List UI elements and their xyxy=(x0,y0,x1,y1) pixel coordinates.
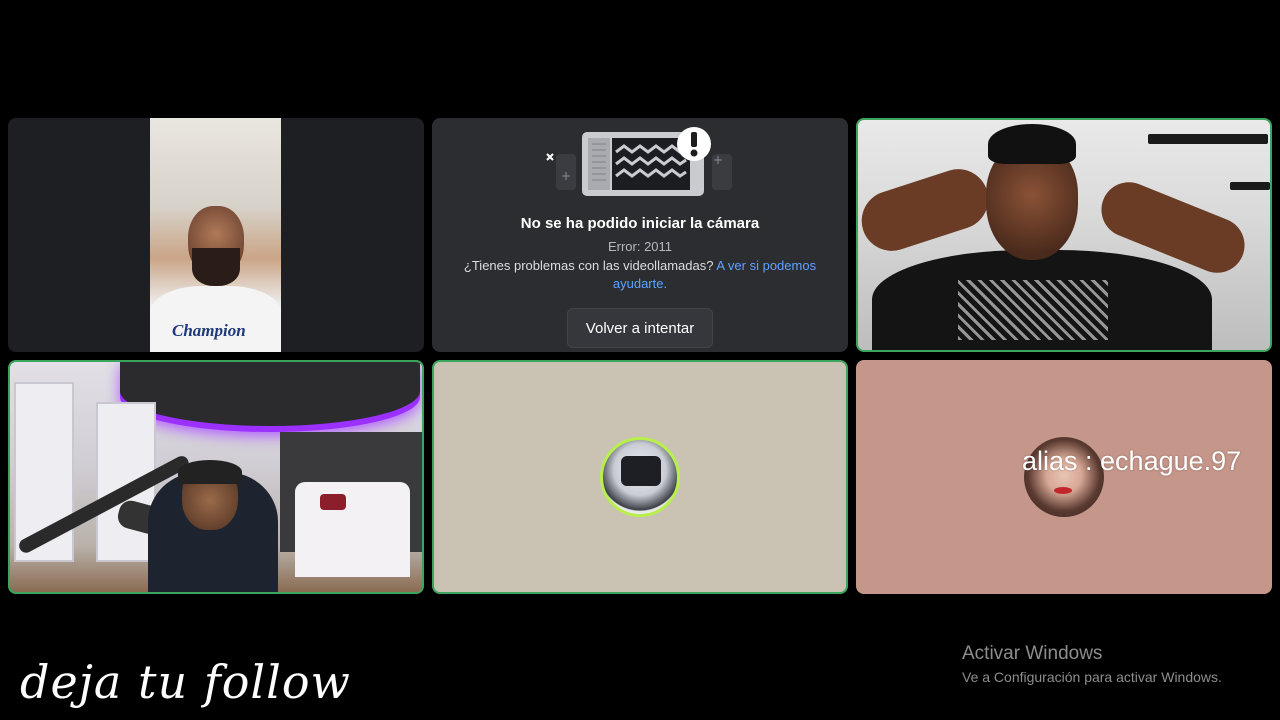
wall-shelf xyxy=(1148,134,1268,144)
video-tile-1[interactable]: Champion xyxy=(8,118,424,352)
room-bed xyxy=(295,482,410,577)
participant-beard xyxy=(192,248,240,286)
avatar-image xyxy=(621,456,661,486)
windows-activation-title: Activar Windows xyxy=(962,643,1103,664)
follow-overlay-text: deja tu follow xyxy=(20,655,351,709)
exclamation-icon xyxy=(677,127,711,161)
shirt-print xyxy=(958,280,1108,340)
participant-video: Champion xyxy=(150,118,281,352)
avatar[interactable] xyxy=(600,437,680,517)
help-text-block: ¿Tienes problemas con las videollamadas?… xyxy=(452,257,828,293)
error-code: Error: 2011 xyxy=(607,239,673,254)
camera-broken-icon xyxy=(546,127,732,196)
shirt-logo-text: Champion xyxy=(172,321,246,340)
sparkle-icon xyxy=(546,153,554,161)
participant-arm xyxy=(858,161,997,259)
wall-shelf xyxy=(1230,182,1270,190)
camera-error-title: No se ha podido iniciar la cámara xyxy=(520,215,760,232)
camera-error-tile: No se ha podido iniciar la cámara Error:… xyxy=(432,118,848,352)
windows-activation-subtitle: Ve a Configuración para activar Windows. xyxy=(962,669,1222,685)
alias-overlay-text: alias : echague.97 xyxy=(1022,446,1242,476)
video-tile-3[interactable] xyxy=(856,118,1272,352)
avatar-tile-5[interactable] xyxy=(432,360,848,594)
retry-button[interactable]: Volver a intentar xyxy=(567,308,713,348)
help-text: ¿Tienes problemas con las videollamadas? xyxy=(463,258,714,273)
participant-cap xyxy=(178,460,242,484)
participant-hair xyxy=(988,124,1076,164)
avatar-tile-6[interactable]: alias : echague.97 xyxy=(856,360,1272,594)
room-ceiling-light xyxy=(120,362,420,426)
video-tile-4[interactable] xyxy=(8,360,424,594)
participant-shirt xyxy=(150,286,281,352)
avatar-lips xyxy=(1054,487,1072,494)
bed-pillow xyxy=(320,494,346,510)
